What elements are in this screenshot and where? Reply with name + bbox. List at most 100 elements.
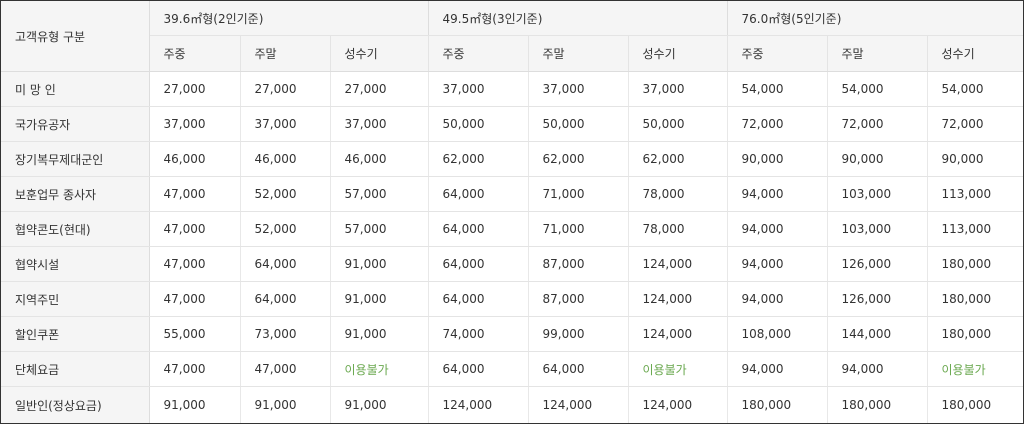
price-cell: 46,000 [330, 141, 429, 177]
price-cell: 126,000 [827, 246, 928, 282]
not-available-cell: 이용불가 [330, 351, 429, 387]
price-table-body: 미 망 인 27,000 27,000 27,000 37,000 37,000… [1, 71, 1024, 423]
price-cell: 64,000 [240, 246, 331, 282]
row-label: 협약콘도(현대) [1, 211, 150, 247]
price-cell: 74,000 [428, 316, 529, 352]
row-label: 국가유공자 [1, 106, 150, 142]
price-cell: 78,000 [628, 211, 728, 247]
not-available-cell: 이용불가 [927, 351, 1024, 387]
price-cell: 62,000 [628, 141, 728, 177]
table-row: 보훈업무 종사자 47,000 52,000 57,000 64,000 71,… [1, 176, 1024, 212]
price-cell: 64,000 [528, 351, 629, 387]
price-cell: 52,000 [240, 176, 331, 212]
price-cell: 90,000 [827, 141, 928, 177]
group-header-49: 49.5㎡형(3인기준) [428, 1, 728, 36]
price-cell: 94,000 [727, 211, 828, 247]
price-cell: 91,000 [240, 386, 331, 423]
row-label: 할인쿠폰 [1, 316, 150, 352]
subheader-weekday: 주중 [428, 35, 529, 72]
price-cell: 47,000 [149, 211, 241, 247]
not-available-cell: 이용불가 [628, 351, 728, 387]
price-cell: 180,000 [727, 386, 828, 423]
price-cell: 72,000 [727, 106, 828, 142]
price-cell: 64,000 [428, 211, 529, 247]
table-row: 단체요금 47,000 47,000 이용불가 64,000 64,000 이용… [1, 351, 1024, 387]
row-label: 일반인(정상요금) [1, 386, 150, 423]
row-label: 미 망 인 [1, 71, 150, 107]
price-cell: 46,000 [149, 141, 241, 177]
header-row-subcolumns: 주중 주말 성수기 주중 주말 성수기 주중 주말 성수기 [1, 35, 1024, 72]
price-cell: 103,000 [827, 176, 928, 212]
table-row: 할인쿠폰 55,000 73,000 91,000 74,000 99,000 … [1, 316, 1024, 352]
price-cell: 124,000 [528, 386, 629, 423]
price-cell: 94,000 [727, 351, 828, 387]
price-cell: 72,000 [827, 106, 928, 142]
price-cell: 37,000 [240, 106, 331, 142]
price-cell: 50,000 [528, 106, 629, 142]
row-label: 보훈업무 종사자 [1, 176, 150, 212]
price-cell: 37,000 [330, 106, 429, 142]
subheader-peak: 성수기 [628, 35, 728, 72]
table-row: 장기복무제대군인 46,000 46,000 46,000 62,000 62,… [1, 141, 1024, 177]
price-cell: 55,000 [149, 316, 241, 352]
price-cell: 94,000 [727, 176, 828, 212]
price-cell: 180,000 [827, 386, 928, 423]
price-cell: 47,000 [149, 246, 241, 282]
price-cell: 91,000 [330, 246, 429, 282]
price-cell: 37,000 [428, 71, 529, 107]
price-cell: 57,000 [330, 211, 429, 247]
table-row: 지역주민 47,000 64,000 91,000 64,000 87,000 … [1, 281, 1024, 317]
group-header-39: 39.6㎡형(2인기준) [149, 1, 429, 36]
price-cell: 94,000 [827, 351, 928, 387]
price-cell: 91,000 [330, 386, 429, 423]
price-cell: 113,000 [927, 176, 1024, 212]
row-label: 지역주민 [1, 281, 150, 317]
subheader-weekday: 주중 [727, 35, 828, 72]
price-cell: 180,000 [927, 246, 1024, 282]
price-cell: 37,000 [628, 71, 728, 107]
price-cell: 64,000 [428, 281, 529, 317]
price-cell: 94,000 [727, 281, 828, 317]
price-table-container: 고객유형 구분 39.6㎡형(2인기준) 49.5㎡형(3인기준) 76.0㎡형… [0, 0, 1024, 424]
subheader-weekend: 주말 [240, 35, 331, 72]
price-cell: 27,000 [149, 71, 241, 107]
table-row: 미 망 인 27,000 27,000 27,000 37,000 37,000… [1, 71, 1024, 107]
price-cell: 91,000 [149, 386, 241, 423]
price-cell: 27,000 [330, 71, 429, 107]
price-cell: 91,000 [330, 316, 429, 352]
price-cell: 47,000 [149, 351, 241, 387]
price-cell: 50,000 [428, 106, 529, 142]
table-row: 협약시설 47,000 64,000 91,000 64,000 87,000 … [1, 246, 1024, 282]
price-cell: 124,000 [628, 246, 728, 282]
customer-type-header: 고객유형 구분 [1, 1, 150, 72]
price-cell: 62,000 [528, 141, 629, 177]
price-cell: 71,000 [528, 211, 629, 247]
price-cell: 180,000 [927, 281, 1024, 317]
price-cell: 73,000 [240, 316, 331, 352]
price-cell: 108,000 [727, 316, 828, 352]
price-cell: 71,000 [528, 176, 629, 212]
price-cell: 64,000 [428, 246, 529, 282]
price-cell: 124,000 [628, 281, 728, 317]
price-cell: 64,000 [428, 351, 529, 387]
price-cell: 64,000 [240, 281, 331, 317]
price-table: 고객유형 구분 39.6㎡형(2인기준) 49.5㎡형(3인기준) 76.0㎡형… [1, 1, 1024, 423]
price-cell: 113,000 [927, 211, 1024, 247]
price-cell: 47,000 [149, 281, 241, 317]
header-row-groups: 고객유형 구분 39.6㎡형(2인기준) 49.5㎡형(3인기준) 76.0㎡형… [1, 1, 1024, 72]
price-cell: 91,000 [330, 281, 429, 317]
subheader-peak: 성수기 [330, 35, 429, 72]
price-cell: 87,000 [528, 281, 629, 317]
price-cell: 54,000 [927, 71, 1024, 107]
price-cell: 124,000 [428, 386, 529, 423]
price-cell: 54,000 [727, 71, 828, 107]
table-row: 국가유공자 37,000 37,000 37,000 50,000 50,000… [1, 106, 1024, 142]
price-cell: 78,000 [628, 176, 728, 212]
table-row: 일반인(정상요금) 91,000 91,000 91,000 124,000 1… [1, 386, 1023, 423]
price-cell: 87,000 [528, 246, 629, 282]
price-cell: 47,000 [240, 351, 331, 387]
price-cell: 124,000 [628, 316, 728, 352]
price-cell: 50,000 [628, 106, 728, 142]
subheader-peak: 성수기 [927, 35, 1024, 72]
price-cell: 99,000 [528, 316, 629, 352]
